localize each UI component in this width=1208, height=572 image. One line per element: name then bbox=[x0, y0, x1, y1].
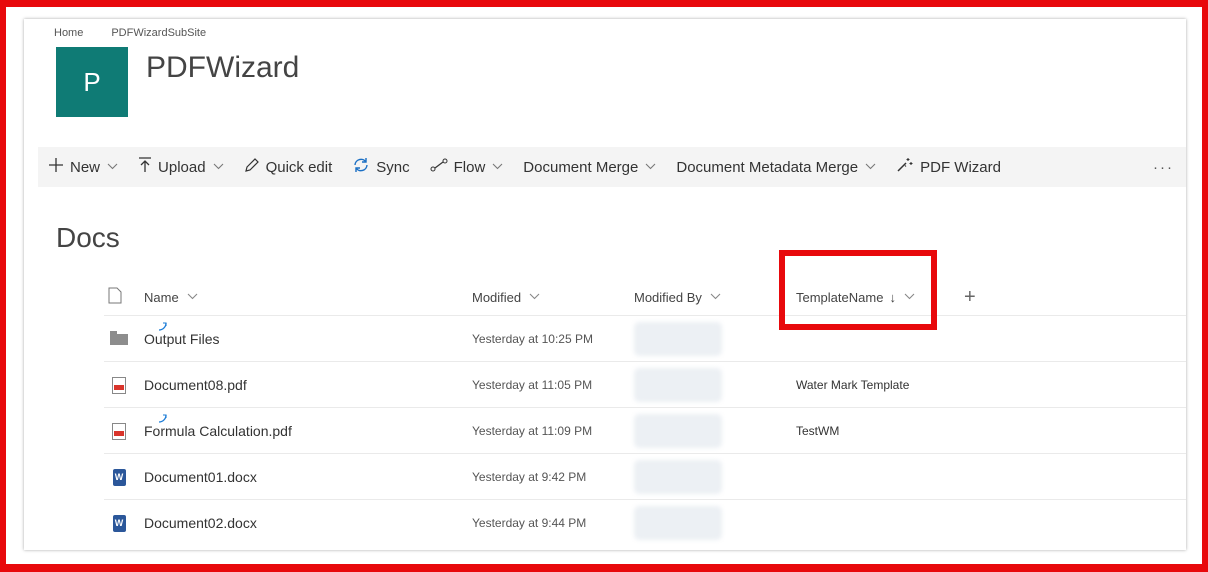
file-name-link[interactable]: Document08.pdf bbox=[144, 362, 247, 408]
pdf-file-icon bbox=[108, 362, 130, 408]
modified-by-user[interactable] bbox=[634, 362, 722, 408]
sync-button[interactable]: Sync bbox=[342, 147, 419, 187]
pdf-wizard-label: PDF Wizard bbox=[920, 158, 1001, 176]
redacted-user bbox=[634, 368, 722, 402]
chevron-down-icon bbox=[865, 161, 876, 173]
list-title: Docs bbox=[56, 222, 120, 253]
table-row[interactable]: W Document02.docx Yesterday at 9:44 PM bbox=[104, 499, 1186, 546]
modified-date: Yesterday at 11:09 PM bbox=[472, 424, 593, 438]
quick-edit-button[interactable]: Quick edit bbox=[234, 147, 343, 187]
document-icon bbox=[108, 287, 122, 307]
modified-by-user[interactable] bbox=[634, 316, 722, 362]
folder-icon bbox=[108, 316, 130, 362]
column-modified-by-label: Modified By bbox=[634, 289, 702, 305]
table-row[interactable]: Document08.pdf Yesterday at 11:05 PM Wat… bbox=[104, 361, 1186, 408]
chevron-down-icon bbox=[187, 292, 198, 303]
pdf-file-icon bbox=[108, 408, 130, 454]
pencil-icon bbox=[244, 157, 260, 178]
chevron-down-icon bbox=[492, 161, 503, 173]
plus-icon bbox=[48, 157, 64, 178]
chevron-down-icon bbox=[529, 292, 540, 303]
chevron-down-icon bbox=[645, 161, 656, 173]
more-options-button[interactable]: ··· bbox=[1143, 147, 1186, 187]
breadcrumb: Home PDFWizardSubSite bbox=[54, 27, 206, 39]
upload-button[interactable]: Upload bbox=[128, 147, 234, 187]
upload-label: Upload bbox=[158, 158, 206, 176]
chevron-down-icon bbox=[710, 292, 721, 303]
new-label: New bbox=[70, 158, 101, 176]
redacted-user bbox=[634, 460, 722, 494]
column-header-name[interactable]: Name bbox=[144, 279, 198, 315]
add-column-button[interactable]: + bbox=[964, 279, 976, 315]
new-button[interactable]: New bbox=[38, 147, 128, 187]
document-metadata-merge-label: Document Metadata Merge bbox=[676, 158, 859, 176]
flow-icon bbox=[430, 158, 448, 177]
modified-by-user[interactable] bbox=[634, 500, 722, 546]
document-merge-button[interactable]: Document Merge bbox=[513, 147, 666, 187]
template-name-highlight-box bbox=[779, 250, 937, 330]
sync-label: Sync bbox=[376, 158, 410, 176]
sync-icon bbox=[352, 157, 370, 178]
breadcrumb-subsite[interactable]: PDFWizardSubSite bbox=[111, 27, 206, 39]
column-header-modified-by[interactable]: Modified By bbox=[634, 279, 721, 315]
word-file-icon: W bbox=[108, 500, 130, 546]
pdf-wizard-button[interactable]: PDF Wizard bbox=[886, 147, 1011, 187]
modified-date: Yesterday at 10:25 PM bbox=[472, 332, 593, 346]
redacted-user bbox=[634, 506, 722, 540]
table-row[interactable]: W Document01.docx Yesterday at 9:42 PM bbox=[104, 453, 1186, 500]
chevron-down-icon bbox=[107, 161, 118, 173]
column-header-modified[interactable]: Modified bbox=[472, 279, 540, 315]
chevron-down-icon bbox=[213, 161, 224, 173]
wand-icon bbox=[896, 157, 914, 178]
word-file-icon: W bbox=[108, 454, 130, 500]
file-name-link[interactable]: Output Files bbox=[144, 316, 219, 362]
modified-by-user[interactable] bbox=[634, 408, 722, 454]
file-name-link[interactable]: Document01.docx bbox=[144, 454, 257, 500]
column-name-label: Name bbox=[144, 289, 179, 305]
site-title[interactable]: PDFWizard bbox=[146, 51, 299, 85]
file-name-link[interactable]: Formula Calculation.pdf bbox=[144, 408, 292, 454]
redacted-user bbox=[634, 414, 722, 448]
flow-button[interactable]: Flow bbox=[420, 147, 514, 187]
table-row[interactable]: Formula Calculation.pdf Yesterday at 11:… bbox=[104, 407, 1186, 454]
table-row[interactable]: Output Files Yesterday at 10:25 PM bbox=[104, 315, 1186, 362]
modified-date: Yesterday at 11:05 PM bbox=[472, 378, 593, 392]
template-name-value: Water Mark Template bbox=[796, 378, 910, 392]
breadcrumb-home[interactable]: Home bbox=[54, 27, 83, 39]
file-name-link[interactable]: Document02.docx bbox=[144, 500, 257, 546]
template-name-value: TestWM bbox=[796, 424, 840, 438]
modified-date: Yesterday at 9:44 PM bbox=[472, 516, 587, 530]
command-bar: New Upload Quick edit Sync Flow Document… bbox=[38, 147, 1186, 187]
modified-date: Yesterday at 9:42 PM bbox=[472, 470, 587, 484]
site-logo[interactable]: P bbox=[56, 47, 128, 117]
sharepoint-page: Home PDFWizardSubSite P PDFWizard New Up… bbox=[24, 19, 1186, 550]
modified-by-user[interactable] bbox=[634, 454, 722, 500]
upload-icon bbox=[138, 156, 152, 178]
document-metadata-merge-button[interactable]: Document Metadata Merge bbox=[666, 147, 886, 187]
file-type-header[interactable] bbox=[108, 279, 122, 315]
quick-edit-label: Quick edit bbox=[265, 158, 333, 176]
document-merge-label: Document Merge bbox=[523, 158, 639, 176]
column-modified-label: Modified bbox=[472, 289, 522, 305]
redacted-user bbox=[634, 322, 722, 356]
flow-label: Flow bbox=[453, 158, 486, 176]
